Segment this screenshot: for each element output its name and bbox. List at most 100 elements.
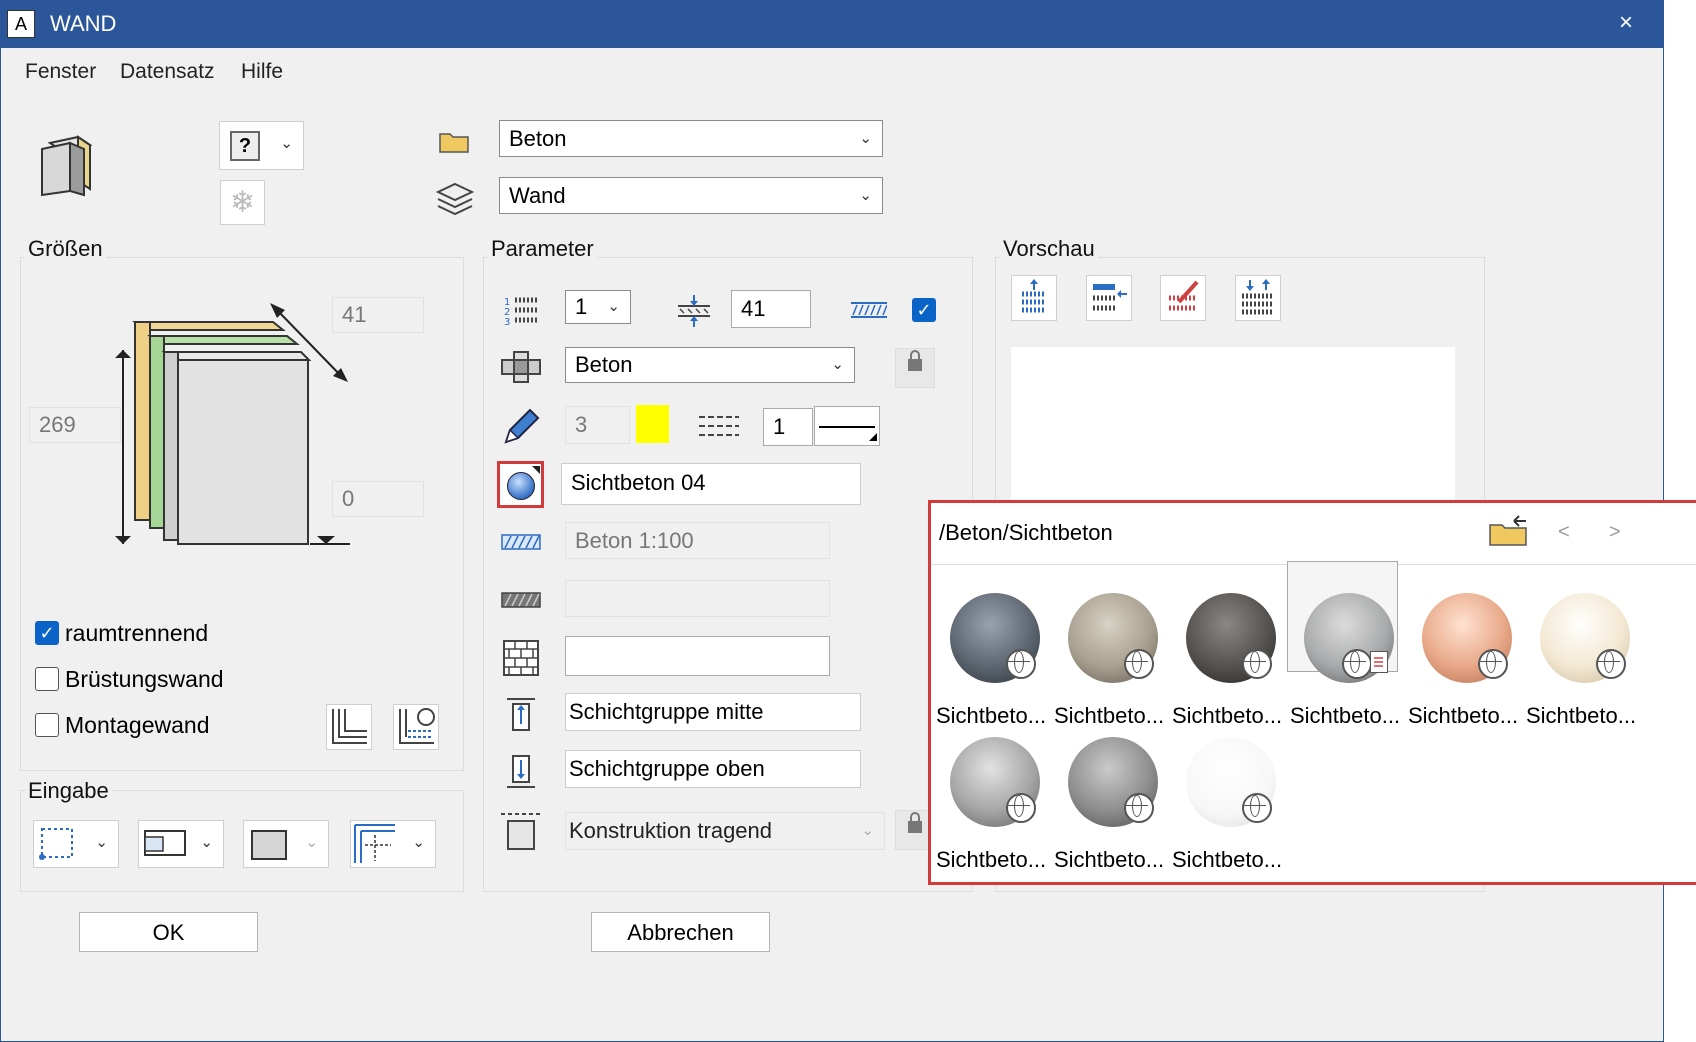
eingabe-title: Eingabe xyxy=(25,778,112,804)
surface-tile[interactable]: Sichtbeto... xyxy=(1172,723,1290,873)
globe-icon xyxy=(1006,793,1036,823)
preview-delete-layer-button[interactable] xyxy=(1160,275,1206,321)
group-mid-icon xyxy=(505,696,537,732)
construction-value: Konstruktion tragend xyxy=(569,818,773,843)
input-wall-position-dropdown[interactable]: ⌄ xyxy=(138,820,224,868)
line-thickness-input[interactable]: 1 xyxy=(763,408,813,446)
bruestungswand-checkbox[interactable] xyxy=(35,667,59,691)
globe-icon xyxy=(1242,649,1272,679)
thickness-input[interactable]: 41 xyxy=(731,290,811,328)
wall-object-icon xyxy=(40,135,100,200)
wall-preview-diagram xyxy=(105,300,355,560)
menu-fenster[interactable]: Fenster xyxy=(25,60,96,84)
thickness-icon xyxy=(676,293,712,329)
material-combo[interactable]: Beton ⌄ xyxy=(565,347,855,383)
bruestungswand-label: Brüstungswand xyxy=(65,666,224,692)
group-mid-field[interactable]: Schichtgruppe mitte xyxy=(565,693,861,731)
wall-settings-button[interactable] xyxy=(393,704,439,750)
layer-count-combo[interactable]: 1 ⌄ xyxy=(565,290,631,324)
layers-icon xyxy=(435,180,475,220)
color-swatch[interactable] xyxy=(636,405,669,443)
chevron-down-icon: ⌄ xyxy=(859,130,872,147)
globe-icon xyxy=(1124,793,1154,823)
globe-icon xyxy=(1342,649,1372,679)
question-icon: ? xyxy=(230,131,260,161)
globe-icon xyxy=(1596,649,1626,679)
surface-tile[interactable]: Sichtbeto... xyxy=(1172,579,1290,729)
corner-join-button[interactable] xyxy=(326,704,372,750)
montagewand-checkbox[interactable] xyxy=(35,713,59,737)
surface-picker-button[interactable] xyxy=(497,461,544,508)
hatch-icon xyxy=(501,534,541,550)
surface-tile[interactable]: Sichtbeto... xyxy=(1054,723,1172,873)
thickness-readout: 41 xyxy=(332,297,424,333)
input-fill-dropdown[interactable]: ⌄ xyxy=(243,820,329,868)
parameter-title: Parameter xyxy=(488,236,597,262)
input-align-dropdown[interactable]: ⌄ xyxy=(350,820,436,868)
surface-tile[interactable]: Sichtbeto... xyxy=(1526,579,1644,729)
hatch-field[interactable]: Beton 1:100 xyxy=(565,522,830,559)
raumtrennend-checkbox[interactable]: ✓ xyxy=(35,621,59,645)
layer-numbers-icon: 123 xyxy=(503,294,539,328)
group-top-field[interactable]: Schichtgruppe oben xyxy=(565,750,861,788)
help-type-dropdown[interactable]: ? ⌄ xyxy=(219,121,304,170)
hatch-line-icon xyxy=(851,300,888,320)
thickness-flag-checkbox[interactable]: ✓ xyxy=(912,298,936,322)
preview-layer-up-button[interactable] xyxy=(1011,275,1057,321)
group-top-icon xyxy=(505,754,537,790)
popup-next-button[interactable]: > xyxy=(1609,521,1621,544)
vorschau-title: Vorschau xyxy=(1000,236,1098,262)
lock-icon[interactable] xyxy=(895,348,935,388)
surface-label: Sichtbeto... xyxy=(1290,703,1401,728)
surface-tile-selected[interactable]: Sichtbeto... xyxy=(1290,579,1408,729)
line-type-icon xyxy=(699,413,739,439)
ok-button[interactable]: OK xyxy=(79,912,258,952)
layer-combo-value: Wand xyxy=(509,183,566,208)
chevron-down-icon: ⌄ xyxy=(412,834,425,851)
groessen-title: Größen xyxy=(25,236,106,262)
chevron-down-icon: ⌄ xyxy=(305,834,318,851)
menu-datensatz[interactable]: Datensatz xyxy=(120,60,215,84)
material-value: Beton xyxy=(575,352,633,377)
chevron-down-icon: ⌄ xyxy=(831,356,844,373)
chevron-down-icon: ⌄ xyxy=(861,822,874,839)
surface-label: Sichtbeto... xyxy=(1408,703,1519,728)
construction-icon xyxy=(500,811,542,851)
title-bar: A WAND × xyxy=(0,0,1664,48)
folder-combo-value: Beton xyxy=(509,126,567,151)
surface-tile[interactable]: Sichtbeto... xyxy=(936,579,1054,729)
line-style-picker[interactable] xyxy=(814,406,880,446)
pattern-field[interactable] xyxy=(565,580,830,617)
freeze-icon[interactable]: ❄ xyxy=(220,180,265,225)
sphere-icon xyxy=(507,472,535,500)
folder-back-icon[interactable] xyxy=(1488,513,1532,549)
popup-prev-button[interactable]: < xyxy=(1558,521,1570,544)
folder-combo[interactable]: Beton ⌄ xyxy=(499,120,883,157)
construction-combo[interactable]: Konstruktion tragend ⌄ xyxy=(565,812,885,850)
preview-insert-layer-button[interactable] xyxy=(1086,275,1132,321)
menu-hilfe[interactable]: Hilfe xyxy=(241,60,283,84)
folder-icon xyxy=(438,128,472,154)
surface-tile[interactable]: Sichtbeto... xyxy=(1408,579,1526,729)
surface-tile[interactable]: Sichtbeto... xyxy=(1054,579,1172,729)
cancel-button[interactable]: Abbrechen xyxy=(591,912,770,952)
surface-tile[interactable]: Sichtbeto... xyxy=(936,723,1054,873)
montagewand-label: Montagewand xyxy=(65,712,210,738)
preview-swap-layer-button[interactable] xyxy=(1235,275,1281,321)
popup-header: /Beton/Sichtbeton < > xyxy=(931,503,1696,565)
surface-browser-popup: /Beton/Sichtbeton < > Sichtbeto... Sicht… xyxy=(928,500,1696,885)
globe-icon xyxy=(1006,649,1036,679)
chevron-down-icon: ⌄ xyxy=(607,298,620,315)
surface-field[interactable]: Sichtbeton 04 xyxy=(561,463,861,505)
chevron-down-icon: ⌄ xyxy=(200,834,213,851)
pattern-icon xyxy=(501,592,541,608)
material-icon xyxy=(500,350,542,384)
document-icon xyxy=(1370,651,1388,673)
window-title: WAND xyxy=(50,11,117,36)
raumtrennend-label: raumtrennend xyxy=(65,620,209,646)
close-icon[interactable]: × xyxy=(1604,6,1648,42)
input-rect-dropdown[interactable]: ⌄ xyxy=(33,820,119,868)
corner-arrow-icon xyxy=(532,466,540,474)
layer-combo[interactable]: Wand ⌄ xyxy=(499,177,883,214)
fill-field[interactable] xyxy=(565,636,830,676)
